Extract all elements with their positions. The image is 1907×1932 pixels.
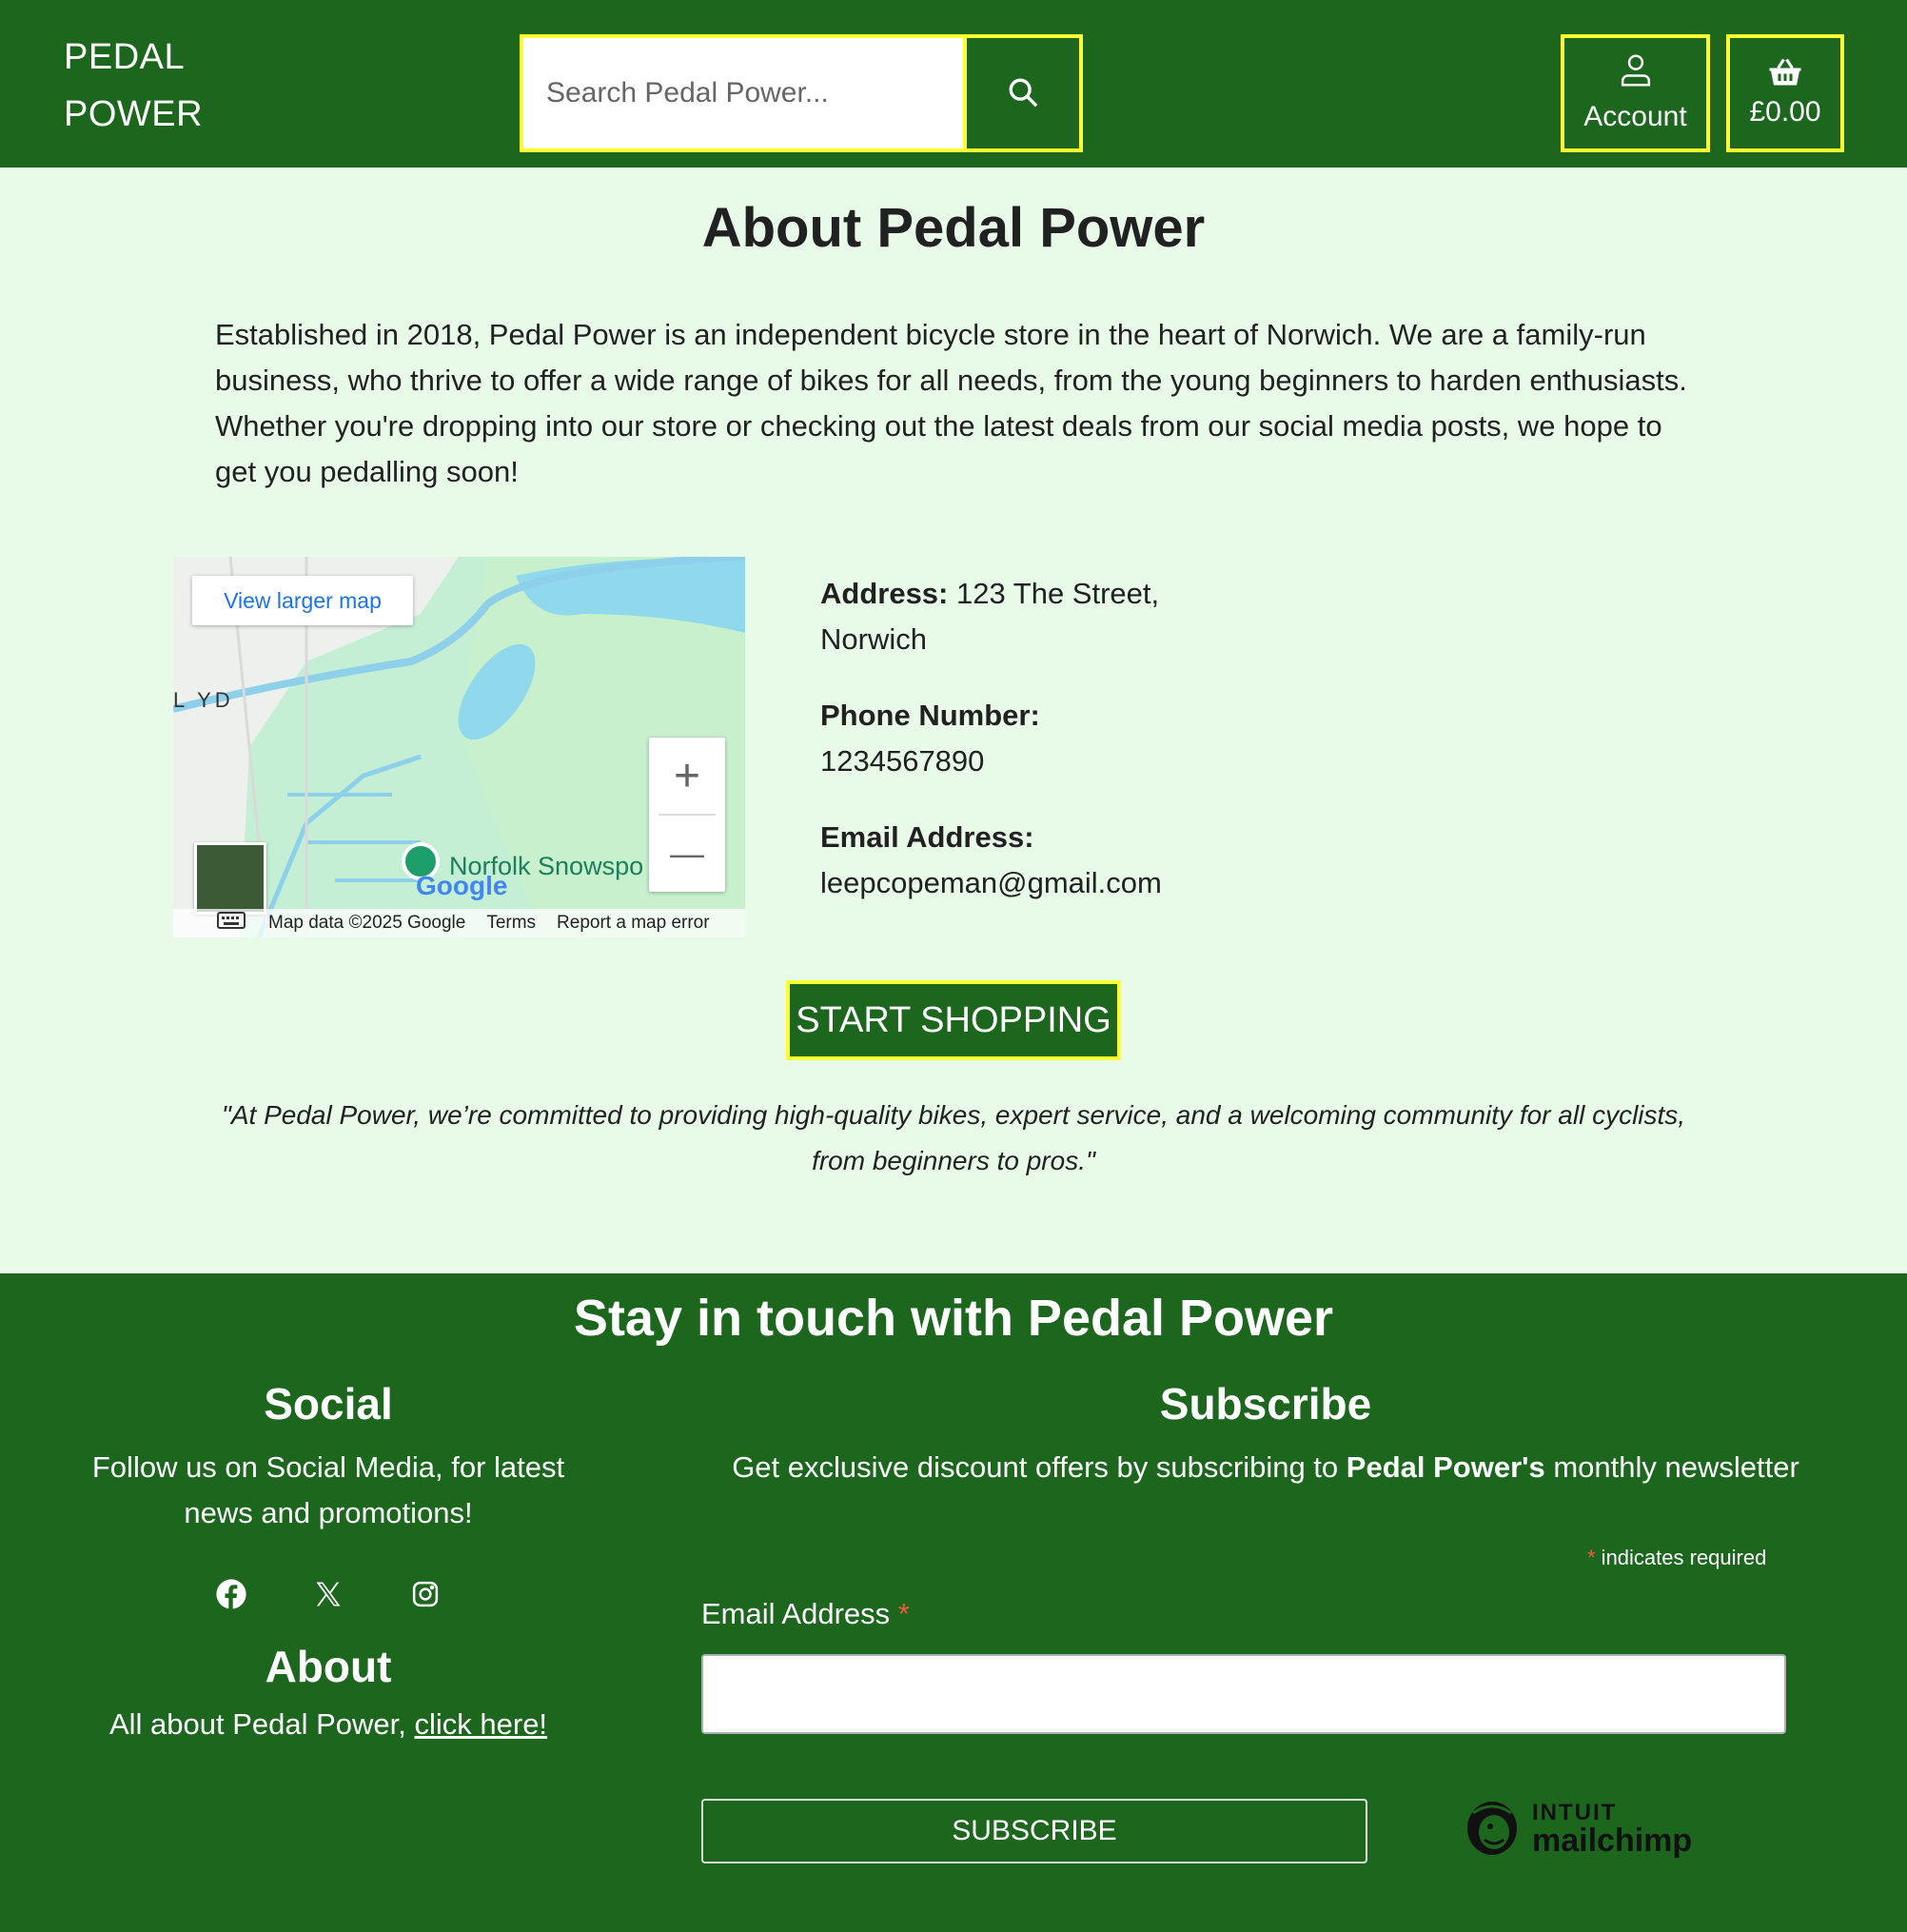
social-heading: Social [264,1379,393,1429]
address-line1: 123 The Street, [956,577,1160,610]
view-larger-map-link[interactable]: View larger map [192,576,413,625]
keyboard-icon[interactable] [217,912,246,935]
google-logo: Google [416,871,508,900]
map-footer: Map data ©2025 Google Terms Report a map… [173,909,745,937]
subscribe-button[interactable]: SUBSCRIBE [701,1799,1367,1863]
intro-text: Established in 2018, Pedal Power is an i… [215,318,1687,488]
basket-icon [1768,58,1802,94]
search-icon [1007,76,1039,111]
subscribe-text: Get exclusive discount offers by subscri… [732,1450,1799,1484]
search-form [520,34,1083,152]
page-title: About Pedal Power [701,197,1206,259]
map-zoom-controls: + — [649,738,725,892]
map-terms-link[interactable]: Terms [486,913,536,934]
account-label: Account [1583,101,1687,132]
zoom-in-button[interactable]: + [649,738,725,814]
mailchimp-wordmark: INTUIT mailchimp [1532,1800,1693,1859]
about-link[interactable]: click here! [415,1707,548,1741]
social-text: Follow us on Social Media, for latest ne… [91,1450,565,1529]
map-area-label: L YD [173,688,234,712]
instagram-icon[interactable] [405,1574,445,1614]
mailchimp-monkey-icon [1462,1796,1523,1863]
cart-total: £0.00 [1749,96,1821,128]
search-input[interactable] [523,38,967,148]
required-note: * indicates required [1587,1546,1767,1569]
cart-button[interactable]: £0.00 [1726,34,1844,152]
subscribe-heading: Subscribe [1159,1379,1372,1429]
satellite-toggle[interactable] [194,842,266,915]
email-label: Email Address: [820,820,1034,854]
email-block: Email Address: leepcopeman@gmail.com [820,815,1162,906]
footer-social-column: Social Follow us on Social Media, for la… [57,1378,600,1747]
account-button[interactable]: Account [1561,34,1710,152]
phone-block: Phone Number: 1234567890 [820,693,1162,784]
site-header: PEDAL POWER Account £0.00 [0,0,1907,168]
newsletter-email-input[interactable] [701,1654,1786,1734]
footer-subscribe-column: Subscribe Get exclusive discount offers … [647,1378,1884,1490]
mailchimp-logo[interactable]: INTUIT mailchimp [1462,1791,1693,1867]
about-text: All about Pedal Power, click here! [108,1707,548,1741]
address-label: Address: [820,577,949,610]
site-logo[interactable]: PEDAL POWER [64,29,203,143]
user-icon [1620,53,1652,95]
mission-quote: "At Pedal Power, we’re committed to prov… [221,1100,1686,1175]
footer-title: Stay in touch with Pedal Power [573,1290,1334,1347]
phone-number: 1234567890 [820,744,985,778]
zoom-out-button[interactable]: — [649,816,725,892]
site-footer: Stay in touch with Pedal Power Social Fo… [0,1273,1907,1932]
map-report-link[interactable]: Report a map error [557,913,710,934]
contact-details: Address: 123 The Street, Norwich Phone N… [820,571,1162,936]
address-line2: Norwich [820,622,927,656]
social-links [57,1574,600,1614]
address-block: Address: 123 The Street, Norwich [820,571,1162,662]
email-address: leepcopeman@gmail.com [820,866,1162,899]
map-data-text: Map data ©2025 Google [268,913,466,933]
start-shopping-button[interactable]: START SHOPPING [786,980,1121,1060]
newsletter-email-label: Email Address * [701,1597,910,1630]
phone-label: Phone Number: [820,699,1040,732]
store-map[interactable]: L YD View larger map Norfolk Snowspo b G… [173,557,745,937]
about-heading: About [265,1642,392,1691]
x-twitter-icon[interactable] [308,1574,348,1614]
search-button[interactable] [967,38,1079,148]
facebook-icon[interactable] [211,1574,251,1614]
